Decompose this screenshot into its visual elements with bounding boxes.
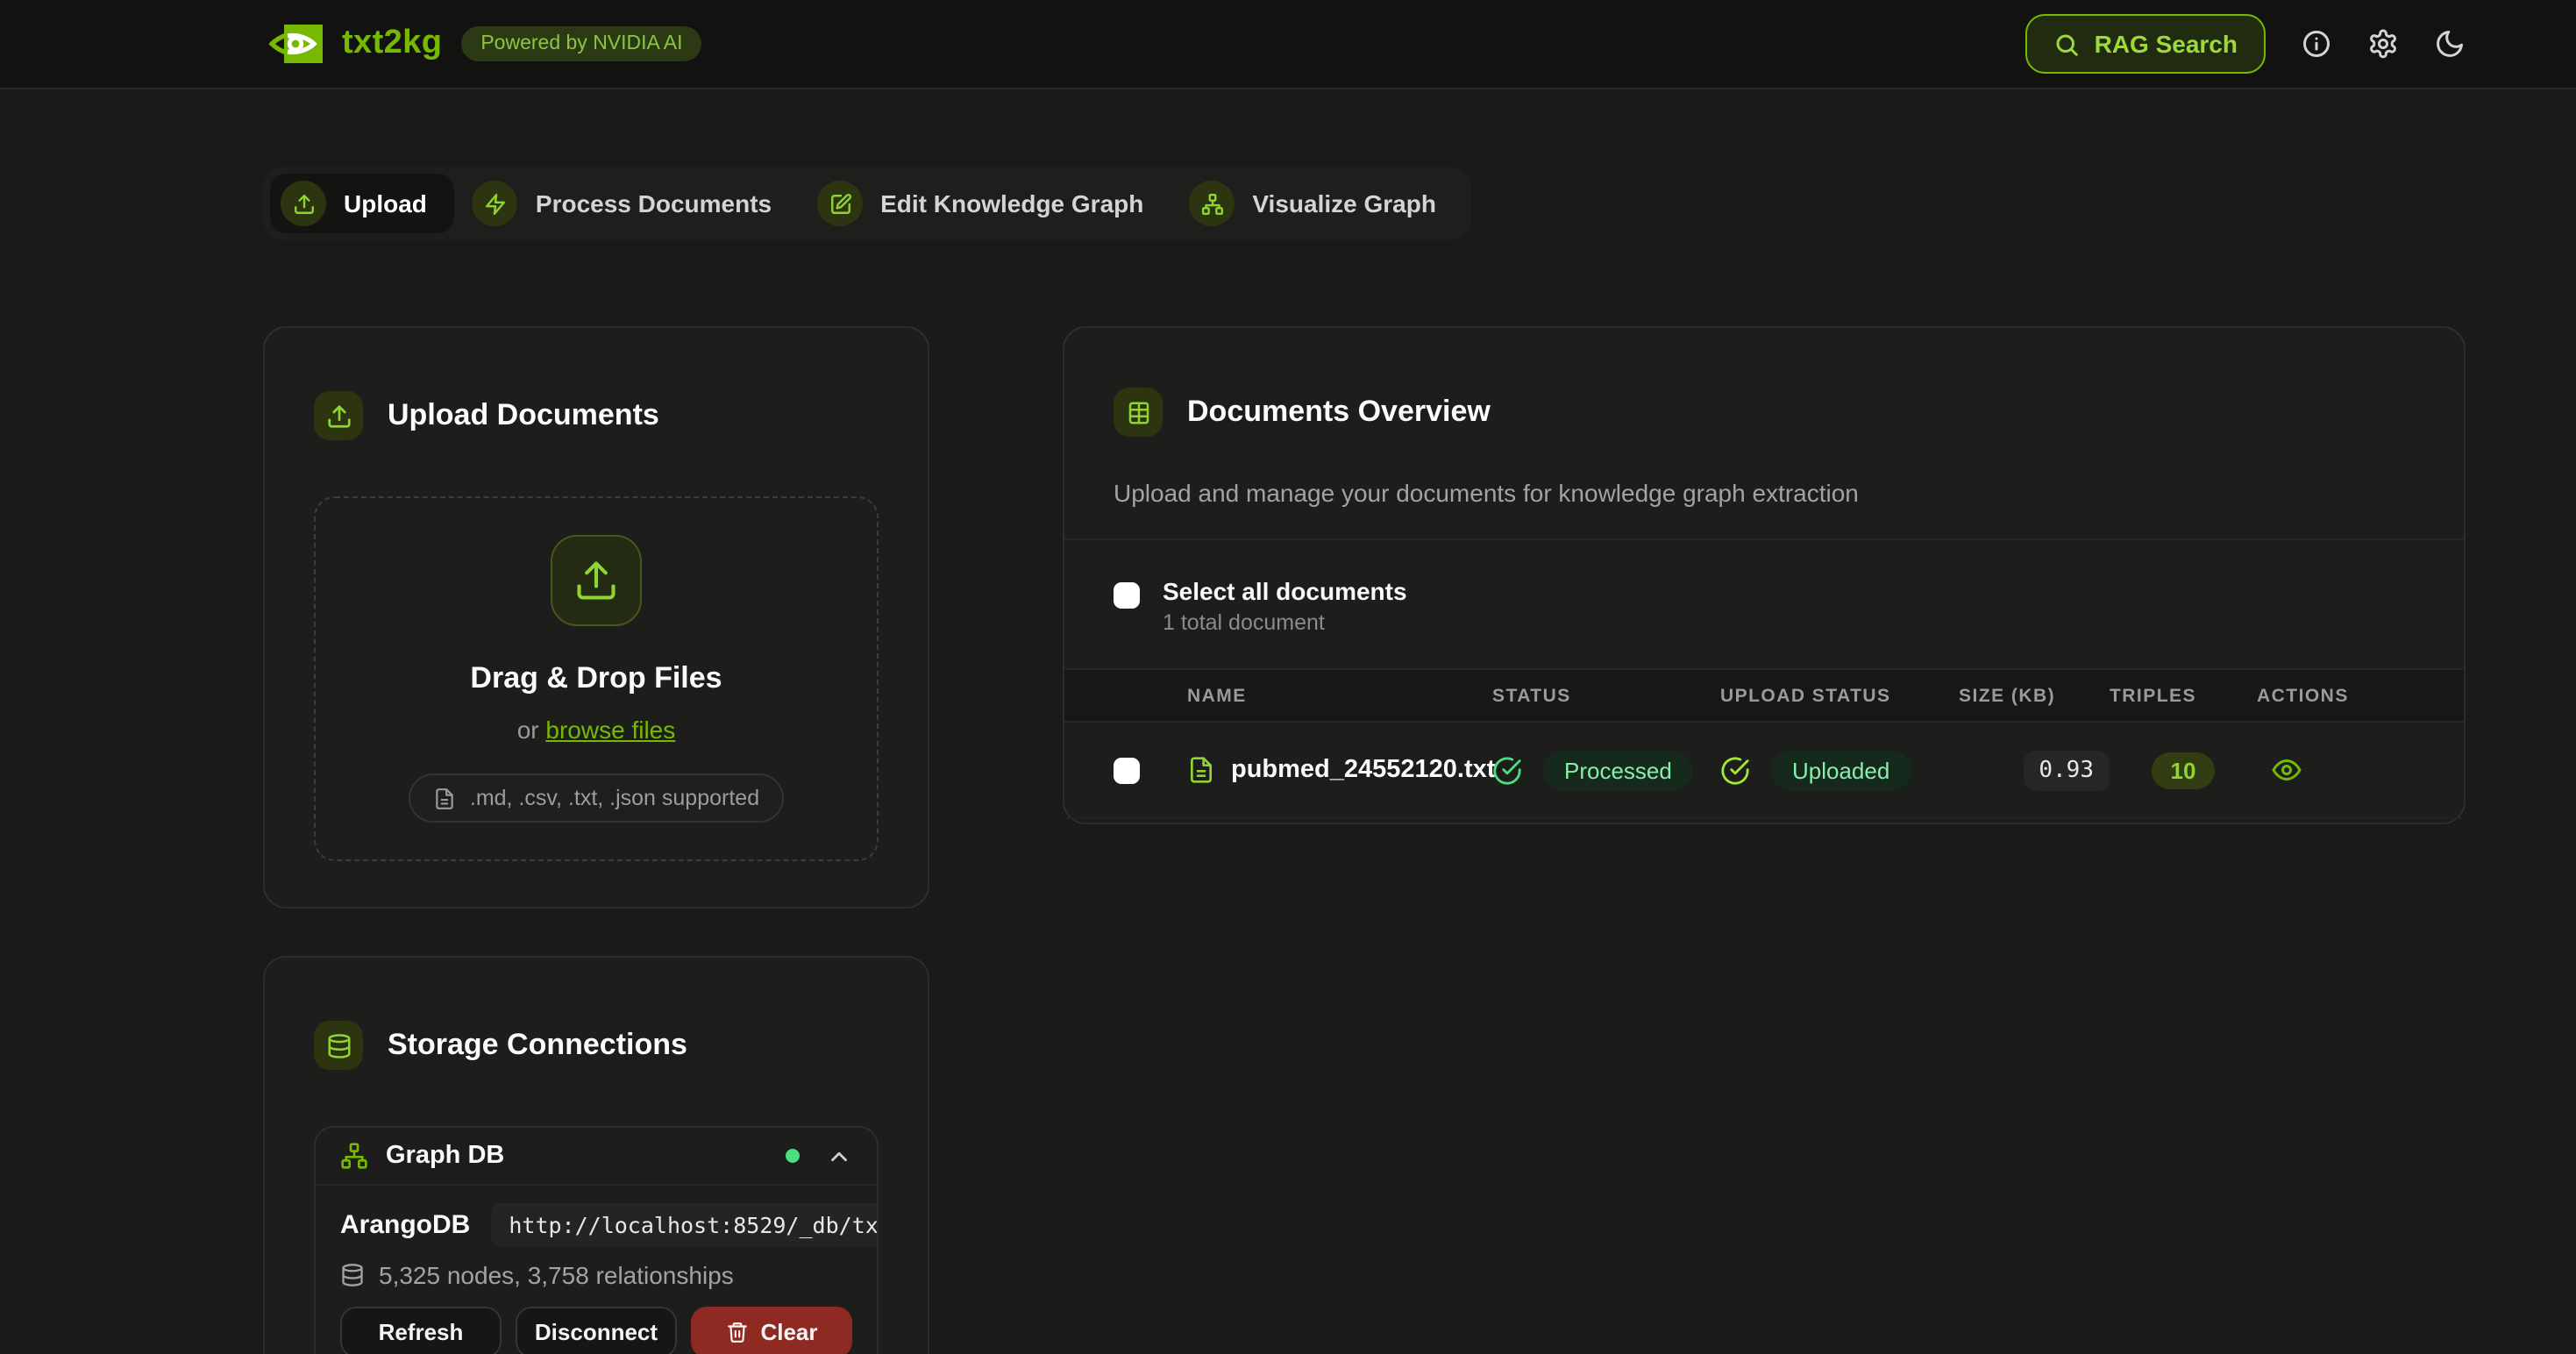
graph-db-header[interactable]: Graph DB [316,1129,877,1187]
connected-status-dot [786,1150,800,1164]
info-icon [2301,28,2332,60]
graph-db-stats: 5,325 nodes, 3,758 relationships [379,1262,734,1290]
upload-icon [314,391,363,440]
disconnect-button[interactable]: Disconnect [516,1308,677,1354]
dropzone-title: Drag & Drop Files [470,661,722,696]
file-icon [433,787,456,809]
browse-files-link[interactable]: browse files [545,716,675,744]
documents-card-subtitle: Upload and manage your documents for kno… [1064,479,2464,507]
upload-icon [281,181,326,226]
theme-toggle-button[interactable] [2434,28,2466,60]
settings-gear-icon [2367,28,2399,60]
check-circle-icon [1720,755,1750,785]
column-name: NAME [1187,685,1492,706]
upload-status-badge: Uploaded [1771,750,1911,790]
database-icon [340,1264,365,1288]
dark-mode-moon-icon [2434,28,2466,60]
column-size: SIZE (KB) [1959,685,2110,706]
tab-visualize-graph[interactable]: Visualize Graph [1178,174,1464,233]
table-row: pubmed_24552120.txt Processed Uploaded [1064,723,2464,819]
dropzone-subtitle: or browse files [517,716,676,744]
documents-overview-card: Documents Overview Upload and manage you… [1063,326,2466,824]
tab-edit-knowledge-graph[interactable]: Edit Knowledge Graph [807,174,1171,233]
powered-by-badge: Powered by NVIDIA AI [461,26,701,61]
storage-card-title: Storage Connections [388,1029,687,1064]
total-documents-label: 1 total document [1163,610,1407,635]
graph-db-provider: ArangoDB [340,1211,470,1241]
tab-upload[interactable]: Upload [270,174,455,233]
nvidia-logo-icon [263,22,323,66]
info-button[interactable] [2301,28,2332,60]
tab-bar: Upload Process Documents Edit Knowledge … [263,167,1471,240]
storage-connections-card: Storage Connections Graph DB [263,956,929,1354]
drag-drop-zone[interactable]: Drag & Drop Files or browse files .md, .… [314,496,879,861]
select-all-label: Select all documents [1163,577,1407,605]
table-grid-icon [1114,388,1163,437]
table-header: NAME STATUS UPLOAD STATUS SIZE (KB) TRIP… [1064,668,2464,723]
size-value: 0.93 [2023,750,2110,790]
graph-db-url: http://localhost:8529/_db/txt2kg [491,1204,879,1248]
upload-documents-card: Upload Documents Drag & Drop Files or br… [263,326,929,909]
upload-card-title: Upload Documents [388,398,659,433]
triples-badge: 10 [2152,752,2216,788]
lightning-icon [473,181,518,226]
row-checkbox[interactable] [1114,757,1140,783]
app-header: txt2kg Powered by NVIDIA AI RAG Search [0,0,2576,89]
upload-icon [551,535,642,626]
column-triples: TRIPLES [2110,685,2257,706]
clear-button[interactable]: Clear [691,1308,852,1354]
search-icon [2054,31,2081,57]
edit-square-icon [817,181,863,226]
app-title: txt2kg [342,25,442,63]
documents-card-title: Documents Overview [1187,395,1491,430]
document-name: pubmed_24552120.txt [1231,756,1495,784]
graph-db-section: Graph DB ArangoDB http://lo [314,1127,879,1354]
graph-db-title: Graph DB [386,1143,504,1171]
status-badge: Processed [1543,750,1693,790]
app-window: txt2kg Powered by NVIDIA AI RAG Search [0,0,2576,1354]
settings-button[interactable] [2367,28,2399,60]
tab-process-documents[interactable]: Process Documents [462,174,800,233]
view-document-button[interactable] [2257,754,2415,786]
column-actions: ACTIONS [2257,685,2415,706]
column-status: STATUS [1492,685,1720,706]
file-text-icon [1187,756,1215,784]
check-circle-icon [1492,755,1522,785]
column-upload-status: UPLOAD STATUS [1720,685,1959,706]
main-content: Upload Process Documents Edit Knowledge … [263,89,2466,1354]
network-graph-icon [1189,181,1235,226]
rag-search-button[interactable]: RAG Search [2026,14,2266,74]
trash-icon [725,1322,748,1344]
supported-formats-pill: .md, .csv, .txt, .json supported [409,773,784,823]
refresh-button[interactable]: Refresh [340,1308,502,1354]
chevron-up-icon[interactable] [826,1144,852,1170]
eye-icon [2271,754,2302,786]
header-actions: RAG Search [2026,14,2466,74]
brand: txt2kg Powered by NVIDIA AI [263,22,701,66]
select-all-checkbox[interactable] [1114,582,1140,609]
network-graph-icon [340,1143,368,1171]
database-icon [314,1022,363,1071]
